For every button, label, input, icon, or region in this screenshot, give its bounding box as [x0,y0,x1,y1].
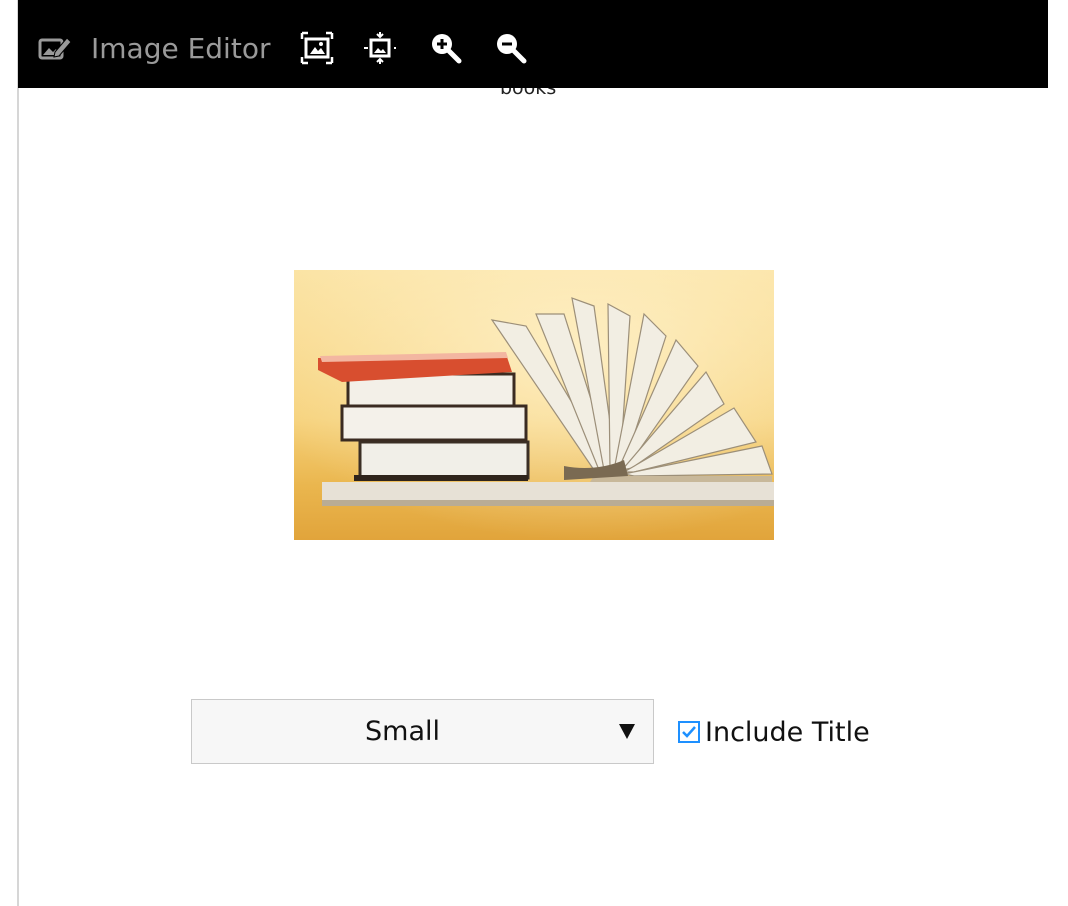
include-title-label: Include Title [705,717,870,748]
fit-to-window-button[interactable] [299,30,335,66]
actual-size-icon [364,32,396,64]
zoom-in-icon [432,34,462,64]
actual-size-button[interactable] [362,30,398,66]
books-image [294,270,774,540]
fit-to-window-icon [300,31,334,65]
size-select[interactable]: Small [191,699,654,764]
include-title-checkbox[interactable] [678,721,700,743]
left-border [17,0,19,906]
zoom-out-button[interactable] [492,30,528,66]
checkmark-icon [682,726,696,738]
app-title: Image Editor [91,32,271,65]
image-editor-window: books Image Editor Small Include Title [0,0,1068,906]
chevron-down-icon [619,724,635,739]
toolbar: Image Editor [18,0,1048,88]
size-select-value: Small [365,716,440,747]
image-edit-icon [38,34,72,64]
zoom-out-icon [497,34,527,64]
zoom-in-button[interactable] [427,30,463,66]
